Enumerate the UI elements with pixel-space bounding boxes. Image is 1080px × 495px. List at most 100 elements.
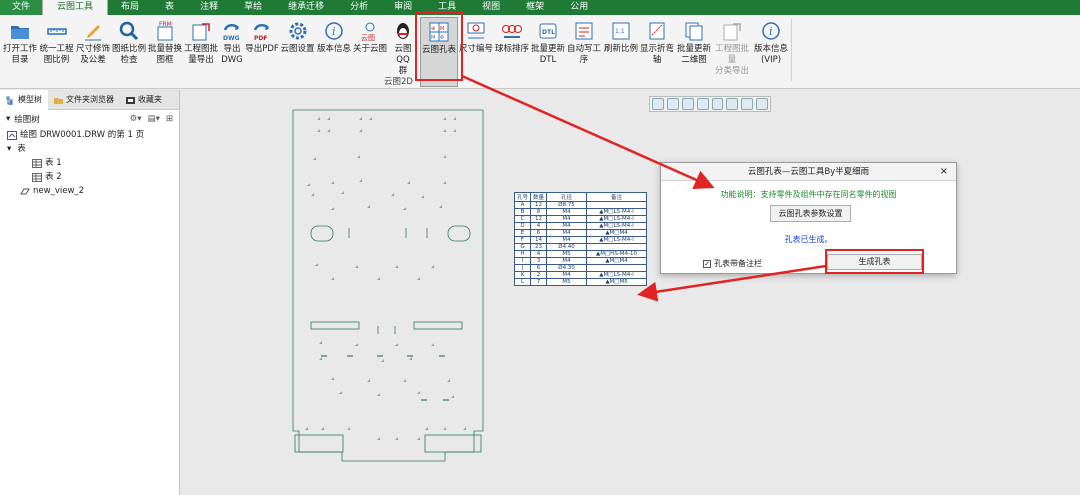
hole-marker: ⊿ [359,129,363,134]
table-icon [32,158,42,168]
update-2d-icon [685,22,703,41]
export-pdf-button[interactable]: PDF 导出PDF [245,17,279,87]
tab-favorites[interactable]: 收藏夹 [120,90,168,110]
tab-cloud-tools[interactable]: 云图工具 [42,0,109,15]
hole-marker: ⊿ [355,343,359,348]
sheet-icon[interactable] [711,98,724,110]
hole-table[interactable]: 孔号 数量 孔径 备注 A 12 Ø8.75 B 8 M4 ▲M□LS-M4-l C 12 M4 ▲… [513,192,648,286]
tree-settings-icon[interactable]: ⚙▾ [130,114,142,124]
hole-table-note-checkbox[interactable]: ✓ 孔表带备注栏 [703,258,762,269]
tab-model-tree[interactable]: 模型树 [0,90,48,110]
part-drawing[interactable]: ⊿ ⊿ ⊿ ⊿ ⊿ ⊿ ⊿ ⊿ ⊿ ⊿ ⊿ ⊿ ⊿ ⊿ ⊿ ⊿ ⊿ ⊿ ⊿ ⊿ ⊿ ⊿ ⊿ ⊿ ⊿ ⊿ ⊿ ⊿ ⊿ ⊿ ⊿ ⊿ ⊿ ⊿ ⊿ ⊿ ⊿ ⊿ ⊿ ⊿… [181,90,501,495]
export-icon [192,23,210,41]
ribbon-group-label: 云图2D [384,77,413,87]
batch-update-dtl-button[interactable]: DTL 批量更新 DTL [530,17,566,87]
tab-legacy-migration[interactable]: 继承迁移 [275,0,337,15]
tab-analysis[interactable]: 分析 [337,0,381,15]
favorites-icon [126,96,135,104]
table-row: G 23 Ø4.40 [513,243,648,251]
batch-update-2d-button[interactable]: 批量更新 二维图 [676,17,712,87]
tree-columns-icon[interactable]: ⊞ [166,114,173,124]
tab-sketch[interactable]: 草绘 [231,0,275,15]
tab-layout[interactable]: 布局 [108,0,152,15]
batch-replace-frame-button[interactable]: FRM 批量替换 图框 [147,17,183,87]
folder-icon [54,97,63,104]
cloud-settings-button[interactable]: 云图设置 [280,17,315,87]
tab-table[interactable]: 表 [152,0,187,15]
cell-diameter: M4 [546,208,588,216]
hole-table-dialog: 云图孔表—云图工具By半夏细雨 × 功能说明：支持零件及组件中存在同名零件的视图… [660,162,957,274]
dtl-icon: DTL [539,23,557,39]
hole-marker: ⊿ [451,395,455,400]
tree-item-drawing[interactable]: 绘图 DRW0001.DRW 的第 1 页 [0,128,179,142]
balloon-sort-button[interactable]: 球标排序 [494,17,530,87]
process-icon [575,22,593,40]
tree-item-view[interactable]: new_view_2 [0,184,179,198]
header-note: 备注 [586,192,648,202]
refresh-scale-button[interactable]: 1:1 刷新比例 [603,17,639,87]
tab-annotate[interactable]: 注释 [187,0,231,15]
tab-frame[interactable]: 框架 [513,0,557,15]
repaint-icon[interactable] [696,98,709,110]
drawing-canvas[interactable]: ⊿ ⊿ ⊿ ⊿ ⊿ ⊿ ⊿ ⊿ ⊿ ⊿ ⊿ ⊿ ⊿ ⊿ ⊿ ⊿ ⊿ ⊿ ⊿ ⊿ ⊿ ⊿ ⊿ ⊿ ⊿ ⊿ ⊿ ⊿ ⊿ ⊿ ⊿ ⊿ ⊿ ⊿ ⊿ ⊿ ⊿ ⊿ ⊿ ⊿… [181,90,1080,495]
close-icon[interactable]: × [940,163,948,181]
checkbox-box[interactable]: ✓ [703,259,711,268]
cell-diameter: M4 [546,236,588,244]
zoom-fit-icon[interactable] [652,98,664,110]
export-dwg-button[interactable]: DWG 导出 DWG [219,17,245,87]
tree-item-label: 表 1 [45,158,62,168]
batch-export-button[interactable]: 工程图批 量导出 [183,17,219,87]
chevron-down-icon[interactable]: ▾ [7,142,11,156]
hole-marker: ⊿ [359,179,363,184]
ribbon-button-label: 图纸比例 检查 [111,44,146,65]
tab-file[interactable]: 文件 [0,0,43,15]
zoom-out-icon[interactable] [681,98,694,110]
dimension-number-button[interactable]: 尺寸编号 [459,17,493,87]
cell-diameter: M4 [546,257,588,265]
svg-text:PDF: PDF [254,35,267,42]
tab-folder-browser[interactable]: 文件夹浏览器 [48,90,120,110]
table-row: F 14 M4 ▲M□LS-M4-l [513,236,648,244]
scale-check-button[interactable]: 图纸比例 检查 [111,17,147,87]
table-row: B 8 M4 ▲M□LS-M4-l [513,208,648,216]
hole-marker: ⊿ [407,181,411,186]
ribbon-button-label: 统一工程 图比例 [39,44,74,65]
tree-item-table-2[interactable]: 表 2 [0,170,179,184]
auto-write-process-button[interactable]: 自动写工 序 [566,17,602,87]
ribbon-button-label: 导出 DWG [221,44,243,65]
dimension-tolerance-button[interactable]: 尺寸修饰 及公差 [75,17,111,87]
zoom-in-icon[interactable] [666,98,679,110]
show-bend-axis-button[interactable]: 显示折弯 轴 [639,17,675,87]
hole-marker: ⊿ [431,265,435,270]
info-icon: i [325,22,343,40]
hole-marker: ⊿ [359,117,363,122]
cell-note: ▲M□HS-M4-10 [586,250,648,258]
tree-filter-icon[interactable]: ▤▾ [148,114,160,124]
tree-tools: ⚙▾ ▤▾ ⊞ [130,114,173,124]
hole-marker: ⊿ [321,427,325,432]
tab-view[interactable]: 视图 [469,0,513,15]
tree-item-label: 绘图 DRW0001.DRW 的第 1 页 [20,130,145,140]
chevron-down-icon[interactable]: ▾ [6,114,10,124]
about-cloud-button[interactable]: 云图 关于云图 [352,17,388,87]
unify-scale-button[interactable]: 统一工程 图比例 [38,17,75,87]
version-info-button[interactable]: i 版本信息 [316,17,352,87]
cell-note: ▲M□LS-M4-l [586,236,648,244]
batch-classify-export-button[interactable]: 工程图批量 分类导出 [712,17,752,87]
tab-common[interactable]: 公用 [557,0,601,15]
annotation-display-icon[interactable] [741,98,754,110]
open-working-dir-button[interactable]: 打开工作 目录 [2,17,38,87]
hole-table-settings-button[interactable]: 云图孔表参数设置 [770,205,851,222]
hole-table-button-highlight [415,11,463,81]
hole-marker: ⊿ [395,265,399,270]
tree-item-table-1[interactable]: 表 1 [0,156,179,170]
datum-display-icon[interactable] [756,98,768,110]
display-style-icon[interactable] [726,98,739,110]
tree-item-tables[interactable]: ▾ 表 [0,142,179,156]
ribbon-button-label: 批量更新 二维图 [676,44,711,65]
dwg-icon: DWG [223,24,240,42]
version-info-vip-button[interactable]: i 版本信息 (VIP) [753,17,789,87]
ribbon-button-label: 显示折弯 轴 [639,44,674,65]
hole-marker: ⊿ [439,205,443,210]
cell-quantity: 2 [530,271,548,279]
